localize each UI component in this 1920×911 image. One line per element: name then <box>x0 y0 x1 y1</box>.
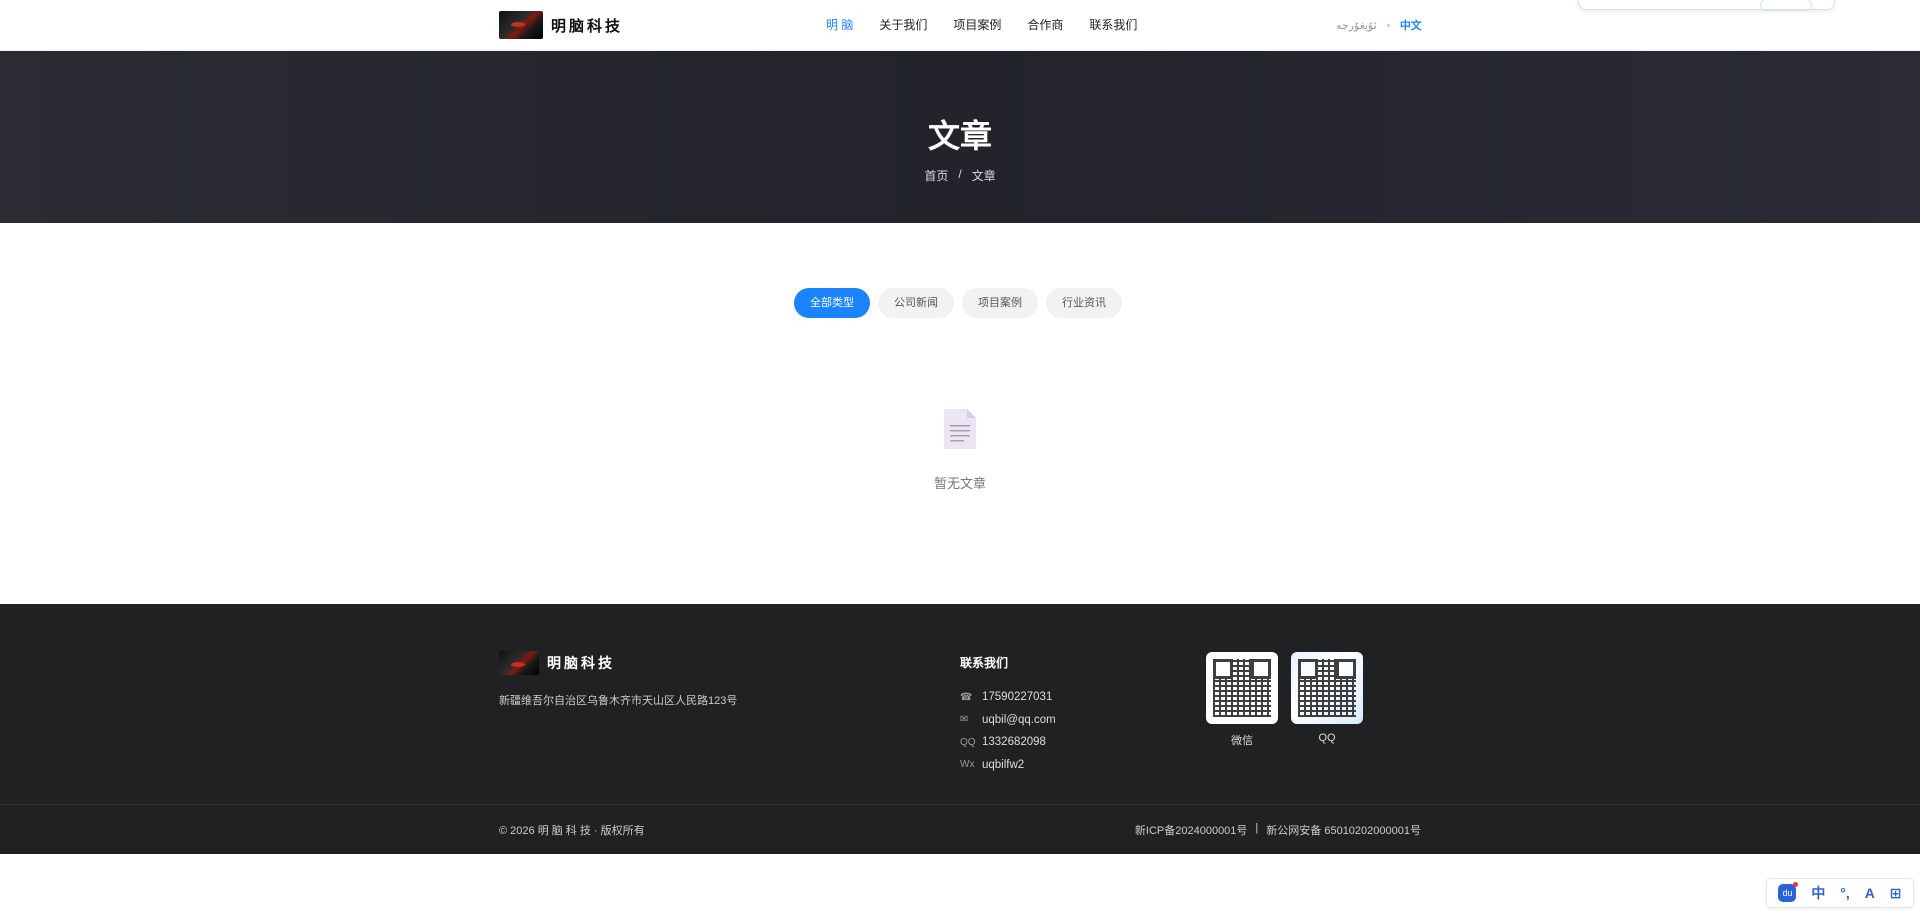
empty-message: 暂无文章 <box>933 476 986 491</box>
contact-wechat: Wx uqbilfw2 <box>960 754 1056 777</box>
qq-qr-code <box>1291 652 1363 724</box>
qq-icon: QQ <box>960 736 976 748</box>
document-icon <box>944 409 976 449</box>
footer-divider <box>0 804 1920 805</box>
lang-uyghur[interactable]: ئۇيغۇرچە <box>1336 19 1377 32</box>
nav-item-home[interactable]: 明 脑 <box>826 16 853 33</box>
breadcrumb-home[interactable]: 首页 <box>924 167 948 184</box>
ime-menu-grid-icon[interactable]: ⊞ <box>1890 885 1902 902</box>
mail-icon: ✉ <box>960 714 969 726</box>
filter-company-news[interactable]: 公司新闻 <box>878 288 954 318</box>
contact-list: ☎ 17590227031 ✉ uqbil@qq.com QQ 13326820… <box>960 686 1056 776</box>
nav-item-projects[interactable]: 项目案例 <box>953 16 1001 33</box>
footer-contact-title: 联系我们 <box>960 656 1009 670</box>
wechat-icon: Wx <box>960 759 975 771</box>
ime-mode-chinese[interactable]: 中 <box>1811 883 1825 903</box>
nav-item-contact[interactable]: 联系我们 <box>1089 16 1137 33</box>
footer-brand-name: 明脑科技 <box>547 655 615 671</box>
contact-email-value[interactable]: uqbil@qq.com <box>982 714 1056 726</box>
ime-toolbar: du 中 °, A ⊞ <box>1766 878 1914 908</box>
wechat-qr-label: 微信 <box>1231 735 1253 747</box>
main-nav: 明 脑 关于我们 项目案例 合作商 联系我们 <box>826 16 1163 33</box>
contact-qq-value[interactable]: 1332682098 <box>982 736 1046 748</box>
filter-projects[interactable]: 项目案例 <box>962 288 1038 318</box>
brand-name: 明脑科技 <box>551 17 624 35</box>
ime-punctuation-icon[interactable]: °, <box>1840 885 1850 901</box>
category-filters: 全部类型 公司新闻 项目案例 行业资讯 <box>794 288 1122 318</box>
icp-link[interactable]: 新ICP备2024000001号 <box>1135 822 1248 838</box>
copyright: © 2026 明 脑 科 技 · 版权所有 <box>499 825 645 837</box>
contact-qq: QQ 1332682098 <box>960 731 1056 754</box>
site-footer: 明脑科技 新疆维吾尔自治区乌鲁木齐市天山区人民路123号 联系我们 ☎ 1759… <box>0 604 1920 854</box>
filter-all[interactable]: 全部类型 <box>794 288 870 318</box>
ime-skin-icon[interactable]: A <box>1865 885 1875 901</box>
contact-phone: ☎ 17590227031 <box>960 686 1056 709</box>
overlay-popup-edge <box>1578 0 1835 11</box>
license-separator: | <box>1255 822 1259 834</box>
footer-logo-image <box>499 651 539 675</box>
ime-logo-icon[interactable]: du <box>1778 882 1799 902</box>
filter-industry[interactable]: 行业资讯 <box>1046 288 1122 318</box>
footer-address: 新疆维吾尔自治区乌鲁木齐市天山区人民路123号 <box>499 695 738 707</box>
lang-divider <box>1386 23 1390 27</box>
page-title: 文章 <box>927 118 992 154</box>
wechat-qr-code <box>1206 652 1278 724</box>
breadcrumb: 首页 / 文章 <box>0 167 1920 184</box>
footer-logo[interactable]: 明脑科技 <box>499 651 615 675</box>
site-logo[interactable]: 明脑科技 <box>499 11 623 39</box>
qq-qr-label: QQ <box>1318 732 1336 744</box>
nav-item-partners[interactable]: 合作商 <box>1027 16 1063 33</box>
contact-email: ✉ uqbil@qq.com <box>960 709 1056 732</box>
page-banner: 文章 首页 / 文章 <box>0 51 1920 223</box>
breadcrumb-current: 文章 <box>971 169 996 183</box>
lang-chinese[interactable]: 中文 <box>1400 17 1422 33</box>
footer-licenses: 新ICP备2024000001号 | 新公网安备 65010202000001号 <box>1135 822 1421 838</box>
nav-item-about[interactable]: 关于我们 <box>879 16 927 33</box>
breadcrumb-separator: / <box>958 167 962 181</box>
language-switcher: ئۇيغۇرچە 中文 <box>1336 17 1422 33</box>
contact-phone-value[interactable]: 17590227031 <box>982 691 1052 703</box>
phone-icon: ☎ <box>960 691 973 703</box>
top-header: 明脑科技 明 脑 关于我们 项目案例 合作商 联系我们 ئۇيغۇرچە 中文 <box>0 0 1920 51</box>
logo-image <box>499 11 543 39</box>
contact-wechat-value[interactable]: uqbilfw2 <box>982 759 1024 771</box>
police-record-link[interactable]: 新公网安备 65010202000001号 <box>1266 822 1421 838</box>
